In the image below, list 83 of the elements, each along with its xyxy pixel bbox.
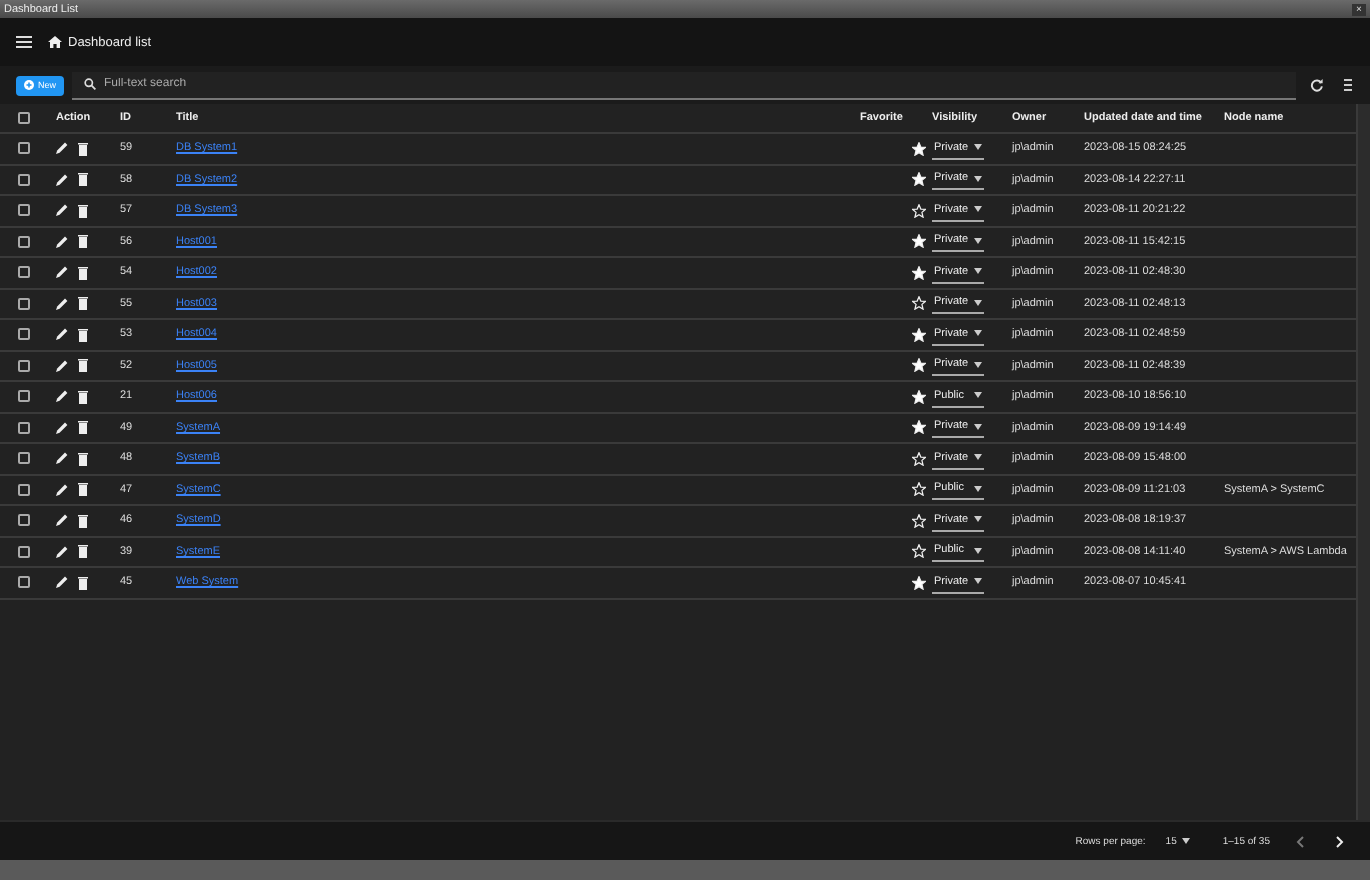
trash-icon[interactable] [78, 234, 88, 249]
caret-icon [974, 361, 982, 368]
filled-star-icon[interactable] [912, 327, 926, 342]
trash-icon[interactable] [78, 296, 88, 311]
caret-icon [974, 454, 982, 461]
trash-icon[interactable] [78, 451, 88, 466]
outline-star-icon[interactable] [912, 544, 926, 559]
pencil-icon[interactable] [56, 235, 68, 248]
pencil-icon[interactable] [56, 328, 68, 341]
filled-star-icon[interactable] [912, 234, 926, 249]
pencil-icon[interactable] [56, 142, 68, 155]
caret-icon [974, 144, 982, 151]
outline-star-icon[interactable] [912, 203, 926, 218]
caret-icon [1182, 838, 1191, 844]
filled-star-icon[interactable] [912, 420, 926, 435]
row-checkbox[interactable] [18, 359, 30, 372]
outline-star-icon[interactable] [912, 513, 926, 528]
trash-icon[interactable] [78, 420, 88, 435]
filled-star-icon[interactable] [912, 575, 926, 590]
filled-star-icon[interactable] [912, 389, 926, 404]
row-checkbox[interactable] [18, 235, 30, 248]
pencil-icon[interactable] [56, 390, 68, 403]
outline-star-icon[interactable] [912, 451, 926, 466]
row-checkbox[interactable] [18, 390, 30, 403]
row-checkbox[interactable] [18, 421, 30, 434]
caret-icon [974, 299, 982, 306]
pencil-icon[interactable] [56, 452, 68, 465]
row-checkbox[interactable] [18, 173, 30, 186]
caret-icon [974, 392, 982, 399]
plus-circle-icon [24, 80, 34, 90]
row-checkbox[interactable] [18, 266, 30, 279]
pencil-icon[interactable] [56, 359, 68, 372]
trash-icon[interactable] [78, 513, 88, 528]
trash-icon[interactable] [78, 141, 88, 156]
pencil-icon[interactable] [56, 545, 68, 558]
row-checkbox[interactable] [18, 483, 30, 496]
row-checkbox[interactable] [18, 576, 30, 589]
scrollbar[interactable] [1356, 104, 1370, 820]
pencil-icon[interactable] [56, 266, 68, 279]
trash-icon[interactable] [78, 389, 88, 404]
row-checkbox[interactable] [18, 297, 30, 310]
select-all-checkbox[interactable] [18, 112, 30, 124]
pencil-icon[interactable] [56, 173, 68, 186]
pencil-icon[interactable] [56, 297, 68, 310]
pencil-icon[interactable] [56, 514, 68, 527]
trash-icon[interactable] [78, 482, 88, 497]
trash-icon[interactable] [78, 575, 88, 590]
trash-icon[interactable] [78, 203, 88, 218]
filled-star-icon[interactable] [912, 172, 926, 187]
caret-icon [974, 330, 982, 337]
trash-icon[interactable] [78, 327, 88, 342]
pencil-icon[interactable] [56, 421, 68, 434]
caret-icon [974, 516, 982, 523]
menu-icon[interactable] [16, 36, 32, 48]
filled-star-icon[interactable] [912, 265, 926, 280]
caret-icon [974, 175, 982, 182]
outline-star-icon[interactable] [912, 482, 926, 497]
search-icon [84, 78, 97, 90]
caret-icon [974, 578, 982, 585]
filled-star-icon[interactable] [912, 141, 926, 156]
trash-icon[interactable] [78, 358, 88, 373]
caret-icon [974, 237, 982, 244]
home-icon [48, 36, 62, 48]
caret-icon [974, 206, 982, 213]
trash-icon[interactable] [78, 265, 88, 280]
row-checkbox[interactable] [18, 452, 30, 465]
row-checkbox[interactable] [18, 514, 30, 527]
pencil-icon[interactable] [56, 576, 68, 589]
trash-icon[interactable] [78, 544, 88, 559]
pencil-icon[interactable] [56, 204, 68, 217]
caret-icon [974, 268, 982, 275]
trash-icon[interactable] [78, 172, 88, 187]
row-checkbox[interactable] [18, 204, 30, 217]
row-checkbox[interactable] [18, 545, 30, 558]
caret-icon [974, 547, 982, 554]
caret-icon [974, 423, 982, 430]
filled-star-icon[interactable] [912, 358, 926, 373]
row-checkbox[interactable] [18, 328, 30, 341]
row-checkbox[interactable] [18, 142, 30, 155]
outline-star-icon[interactable] [912, 296, 926, 311]
more-icon[interactable] [1338, 78, 1358, 92]
caret-icon [974, 485, 982, 492]
pencil-icon[interactable] [56, 483, 68, 496]
